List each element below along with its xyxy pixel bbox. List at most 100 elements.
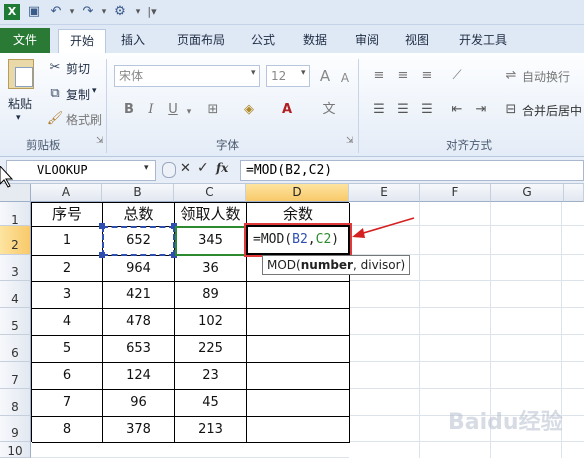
shrink-font-icon[interactable]: A [336,69,354,87]
formula-bar-handle-icon[interactable] [162,162,176,178]
font-color-icon[interactable]: A [278,101,296,119]
function-argument-tooltip[interactable]: MOD(number, divisor) [262,255,410,275]
tab-data[interactable]: 数据 [294,29,336,53]
cell-a3[interactable]: 2 [32,256,103,282]
orientation-icon[interactable]: ⟋ [448,67,466,85]
row-10-cells[interactable] [31,441,349,458]
paste-dropdown-icon[interactable]: ▾ [16,113,21,123]
cell-c3[interactable]: 36 [175,256,247,282]
row-header-1[interactable]: 1 [0,202,31,227]
redo-dropdown-icon[interactable]: ▾ [96,4,112,20]
cell-d7[interactable] [247,363,350,390]
cell-b7[interactable]: 124 [103,363,175,390]
font-size-dropdown-icon[interactable]: ▾ [301,68,306,78]
tab-insert[interactable]: 插入 [110,29,156,53]
cell-b5[interactable]: 478 [103,309,175,336]
column-header-c[interactable]: C [174,184,246,202]
wrap-text-button[interactable]: 自动换行 [522,68,570,85]
merge-center-button[interactable]: 合并后居中 [522,102,582,119]
phonetic-icon[interactable]: 文 [320,101,338,119]
cell-c5[interactable]: 102 [175,309,247,336]
cell-c9[interactable]: 213 [175,417,247,443]
cell-c8[interactable]: 45 [175,390,247,417]
copy-dropdown-icon[interactable]: ▾ [92,86,97,96]
cell-b4[interactable]: 421 [103,282,175,309]
row-header-10[interactable]: 10 [0,442,31,458]
header-cell-c[interactable]: 领取人数 [175,203,247,227]
undo-icon[interactable]: ↶ [48,4,64,20]
tab-review[interactable]: 审阅 [346,29,388,53]
header-cell-a[interactable]: 序号 [32,203,103,227]
cell-b8[interactable]: 96 [103,390,175,417]
cell-d9[interactable] [247,417,350,443]
format-painter-button[interactable]: 格式刷 [66,111,102,128]
align-left-icon[interactable]: ☰ [370,101,388,119]
bold-button[interactable]: B [120,101,138,119]
align-center-icon[interactable]: ☰ [394,101,412,119]
cell-a2[interactable]: 1 [32,227,103,256]
tab-view[interactable]: 视图 [396,29,438,53]
tab-file[interactable]: 文件 [0,28,50,53]
tab-developer[interactable]: 开发工具 [448,29,518,53]
save-icon[interactable]: ▣ [26,4,42,20]
row-header-9[interactable]: 9 [0,416,31,442]
formula-input[interactable]: =MOD(B2,C2) [240,160,584,181]
enter-icon[interactable]: ✓ [197,160,209,176]
fill-color-icon[interactable]: ◈ [240,101,258,119]
redo-icon[interactable]: ↷ [80,4,96,20]
cell-b6[interactable]: 653 [103,336,175,363]
customize-icon[interactable]: ⚙ [112,4,128,20]
increase-indent-icon[interactable]: ⇥ [472,101,490,119]
underline-dropdown-icon[interactable]: ▾ [180,103,198,121]
cell-d6[interactable] [247,336,350,363]
reference-handle[interactable] [99,252,105,258]
align-top-icon[interactable]: ≡ [370,67,388,85]
cell-a5[interactable]: 4 [32,309,103,336]
cell-a8[interactable]: 7 [32,390,103,417]
column-header-f[interactable]: F [420,184,491,202]
row-header-8[interactable]: 8 [0,389,31,416]
cell-c4[interactable]: 89 [175,282,247,309]
row-header-4[interactable]: 4 [0,281,31,308]
cell-d8[interactable] [247,390,350,417]
tooltip-arg-number[interactable]: number [301,258,353,272]
tab-home[interactable]: 开始 [58,29,106,53]
cell-b9[interactable]: 378 [103,417,175,443]
cell-a4[interactable]: 3 [32,282,103,309]
row-header-5[interactable]: 5 [0,308,31,335]
cell-b3[interactable]: 964 [103,256,175,282]
name-box-dropdown-icon[interactable]: ▾ [144,163,149,173]
quick-access-menu-icon[interactable]: |▾ [144,4,160,20]
italic-button[interactable]: I [142,101,160,119]
cell-d5[interactable] [247,309,350,336]
font-name-dropdown-icon[interactable]: ▾ [251,68,256,78]
insert-function-icon[interactable]: fx [216,161,228,175]
tab-page-layout[interactable]: 页面布局 [162,29,240,53]
tab-formulas[interactable]: 公式 [242,29,284,53]
align-middle-icon[interactable]: ≡ [394,67,412,85]
cancel-icon[interactable]: ✕ [180,161,191,176]
cell-a9[interactable]: 8 [32,417,103,443]
clipboard-launcher-icon[interactable]: ⇲ [96,136,104,146]
row-header-6[interactable]: 6 [0,335,31,362]
borders-icon[interactable]: ⊞ [204,101,222,119]
cell-c6[interactable]: 225 [175,336,247,363]
cell-a7[interactable]: 6 [32,363,103,390]
paste-icon[interactable] [8,59,34,89]
cell-d4[interactable] [247,282,350,309]
name-box[interactable]: VLOOKUP [6,160,156,181]
align-bottom-icon[interactable]: ≡ [418,67,436,85]
column-header-b[interactable]: B [102,184,174,202]
copy-button[interactable]: 复制 [66,86,90,103]
paste-button[interactable]: 粘贴 [8,95,32,112]
font-launcher-icon[interactable]: ⇲ [346,136,354,146]
column-header-g[interactable]: G [491,184,564,202]
font-name-combo[interactable]: 宋体 [114,65,260,87]
row-header-2[interactable]: 2 [0,226,31,255]
reference-handle[interactable] [99,223,105,229]
decrease-indent-icon[interactable]: ⇤ [448,101,466,119]
cut-button[interactable]: 剪切 [66,60,90,77]
row-header-3[interactable]: 3 [0,255,31,281]
cell-c7[interactable]: 23 [175,363,247,390]
row-header-7[interactable]: 7 [0,362,31,389]
